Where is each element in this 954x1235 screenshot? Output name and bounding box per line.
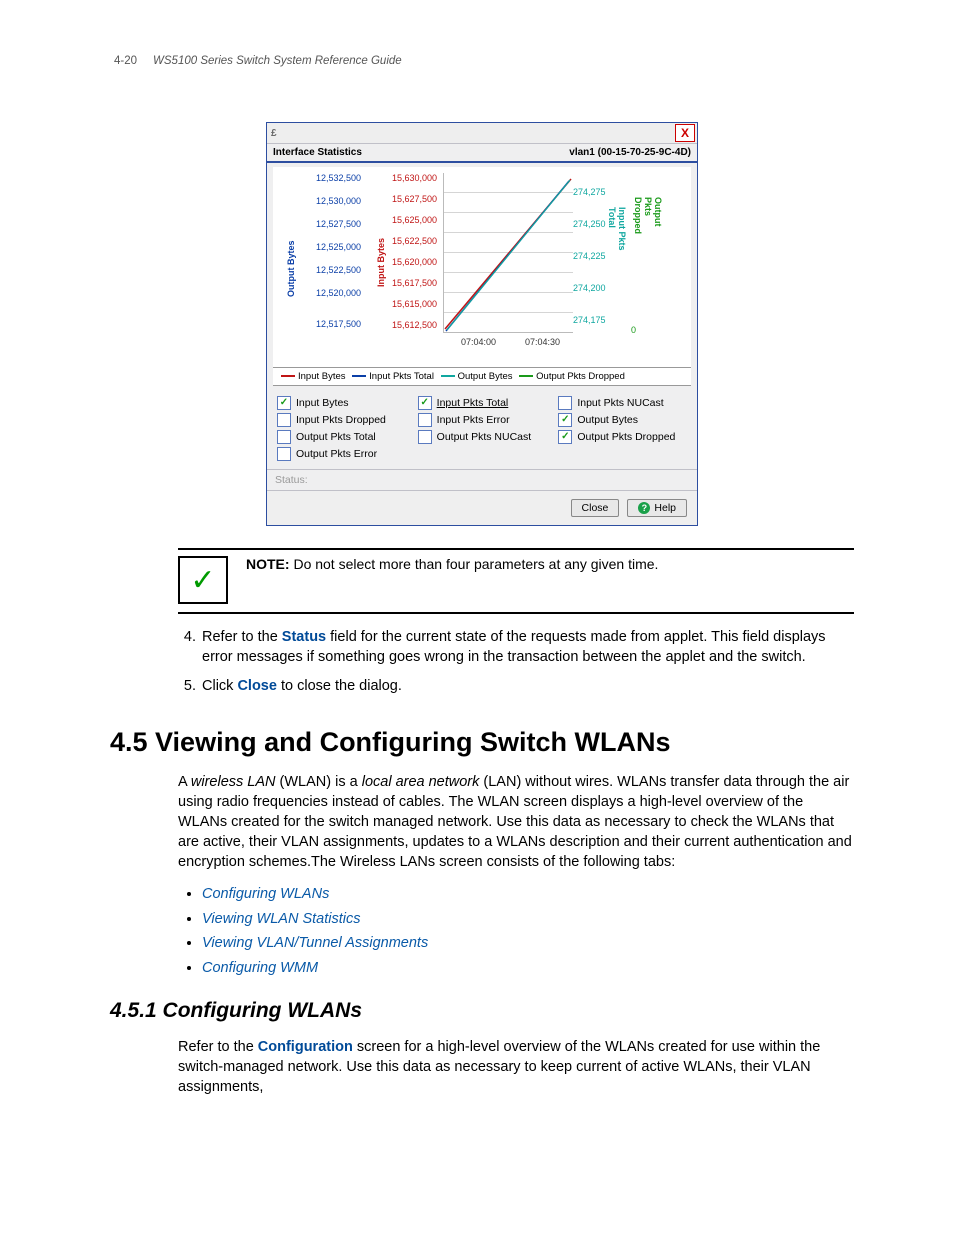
axis-label-input-bytes: Input Bytes bbox=[376, 238, 386, 287]
ytick-in-1: 15,615,000 bbox=[367, 299, 437, 309]
ytick-in-5: 15,625,000 bbox=[367, 215, 437, 225]
legend-input-pkts-total: Input Pkts Total bbox=[369, 371, 434, 382]
chk-input-pkts-total[interactable]: ✓Input Pkts Total bbox=[418, 396, 547, 410]
ytick-ipt-1: 274,200 bbox=[573, 283, 623, 293]
section-4-5-1-heading: 4.5.1 Configuring WLANs bbox=[110, 999, 854, 1023]
status-keyword: Status bbox=[282, 629, 326, 645]
chk-output-pkts-total[interactable]: Output Pkts Total bbox=[277, 430, 406, 444]
step-5: 5. Click Close to close the dialog. bbox=[178, 677, 854, 697]
link-viewing-wlan-statistics[interactable]: Viewing WLAN Statistics bbox=[202, 911, 360, 927]
chk-input-bytes[interactable]: ✓Input Bytes bbox=[277, 396, 406, 410]
step-4-num: 4. bbox=[178, 628, 196, 667]
link-configuring-wlans[interactable]: Configuring WLANs bbox=[202, 886, 329, 902]
list-item: Configuring WMM bbox=[202, 956, 854, 981]
configuration-keyword: Configuration bbox=[258, 1039, 353, 1055]
chart-plot: 07:04:00 07:04:30 bbox=[443, 173, 573, 333]
note-body: Do not select more than four parameters … bbox=[290, 556, 659, 572]
section-4-5-1-para: Refer to the Configuration screen for a … bbox=[178, 1037, 854, 1097]
parameter-checkboxes: ✓Input Bytes ✓Input Pkts Total Input Pkt… bbox=[267, 390, 697, 469]
panel-title: Interface Statistics vlan1 (00-15-70-25-… bbox=[267, 144, 697, 163]
ytick-ipt-0: 274,175 bbox=[573, 315, 623, 325]
panel-title-left: Interface Statistics bbox=[273, 147, 362, 158]
note-label: NOTE: bbox=[246, 556, 290, 572]
legend-input-bytes: Input Bytes bbox=[298, 371, 346, 382]
list-item: Viewing WLAN Statistics bbox=[202, 907, 854, 932]
close-button[interactable]: Close bbox=[571, 499, 620, 517]
xtick-0: 07:04:00 bbox=[461, 337, 496, 347]
step-5-text-b: to close the dialog. bbox=[277, 678, 402, 694]
ytick-out-6: 12,532,500 bbox=[273, 173, 361, 183]
chk-output-pkts-nucast[interactable]: Output Pkts NUCast bbox=[418, 430, 547, 444]
ytick-in-0: 15,612,500 bbox=[367, 320, 437, 330]
chk-output-pkts-dropped[interactable]: ✓Output Pkts Dropped bbox=[558, 430, 687, 444]
step-5-text-a: Click bbox=[202, 678, 237, 694]
doc-title: WS5100 Series Switch System Reference Gu… bbox=[153, 55, 402, 67]
close-keyword: Close bbox=[237, 678, 277, 694]
step-4-text-a: Refer to the bbox=[202, 629, 282, 645]
dialog-button-row: Close ?Help bbox=[267, 490, 697, 525]
legend-output-bytes: Output Bytes bbox=[458, 371, 513, 382]
link-configuring-wmm[interactable]: Configuring WMM bbox=[202, 960, 318, 976]
ytick-out-5: 12,530,000 bbox=[273, 196, 361, 206]
list-item: Viewing VLAN/Tunnel Assignments bbox=[202, 931, 854, 956]
step-4: 4. Refer to the Status field for the cur… bbox=[178, 628, 854, 667]
note-rule-bottom bbox=[178, 612, 854, 614]
section-4-5-heading: 4.5 Viewing and Configuring Switch WLANs bbox=[110, 727, 854, 758]
section-4-5-para: A wireless LAN (WLAN) is a local area ne… bbox=[178, 772, 854, 872]
ytick-opd-0: 0 bbox=[631, 325, 651, 335]
note-block: ✓ NOTE: Do not select more than four par… bbox=[178, 550, 854, 612]
chart-area: 12,532,500 12,530,000 12,527,500 12,525,… bbox=[273, 167, 691, 368]
help-button[interactable]: ?Help bbox=[627, 499, 687, 517]
ytick-out-0: 12,517,500 bbox=[273, 319, 361, 329]
xtick-1: 07:04:30 bbox=[525, 337, 560, 347]
list-item: Configuring WLANs bbox=[202, 882, 854, 907]
page-number: 4-20 bbox=[114, 55, 137, 67]
link-viewing-vlan-tunnel[interactable]: Viewing VLAN/Tunnel Assignments bbox=[202, 935, 428, 951]
panel-title-right: vlan1 (00-15-70-25-9C-4D) bbox=[569, 147, 691, 158]
legend-output-pkts-dropped: Output Pkts Dropped bbox=[536, 371, 625, 382]
chk-output-bytes[interactable]: ✓Output Bytes bbox=[558, 413, 687, 427]
java-icon: £ bbox=[271, 128, 277, 139]
chk-input-pkts-error[interactable]: Input Pkts Error bbox=[418, 413, 547, 427]
chart-legend: Input Bytes Input Pkts Total Output Byte… bbox=[273, 368, 691, 386]
page-header: 4-20 WS5100 Series Switch System Referen… bbox=[110, 55, 854, 67]
close-icon[interactable]: X bbox=[675, 124, 695, 142]
note-text: NOTE: Do not select more than four param… bbox=[246, 556, 658, 572]
status-field: Status: bbox=[267, 469, 697, 490]
ytick-in-7: 15,630,000 bbox=[367, 173, 437, 183]
section-4-5-links: Configuring WLANs Viewing WLAN Statistic… bbox=[178, 882, 854, 981]
ytick-out-4: 12,527,500 bbox=[273, 219, 361, 229]
checkmark-icon: ✓ bbox=[178, 556, 228, 604]
axis-label-output-pkts-dropped: Output Pkts Dropped bbox=[633, 197, 663, 234]
interface-statistics-dialog: £ X Interface Statistics vlan1 (00-15-70… bbox=[266, 122, 698, 526]
help-icon: ? bbox=[638, 502, 650, 514]
chk-input-pkts-nucast[interactable]: Input Pkts NUCast bbox=[558, 396, 687, 410]
ytick-ipt-4: 274,275 bbox=[573, 187, 623, 197]
chk-input-pkts-dropped[interactable]: Input Pkts Dropped bbox=[277, 413, 406, 427]
chk-output-pkts-error[interactable]: Output Pkts Error bbox=[277, 447, 406, 461]
dialog-titlebar: £ X bbox=[267, 123, 697, 144]
axis-label-input-pkts-total: Input Pkts Total bbox=[607, 207, 627, 271]
ytick-in-6: 15,627,500 bbox=[367, 194, 437, 204]
axis-label-output-bytes: Output Bytes bbox=[286, 240, 296, 297]
step-5-num: 5. bbox=[178, 677, 196, 697]
step-list: 4. Refer to the Status field for the cur… bbox=[178, 628, 854, 697]
